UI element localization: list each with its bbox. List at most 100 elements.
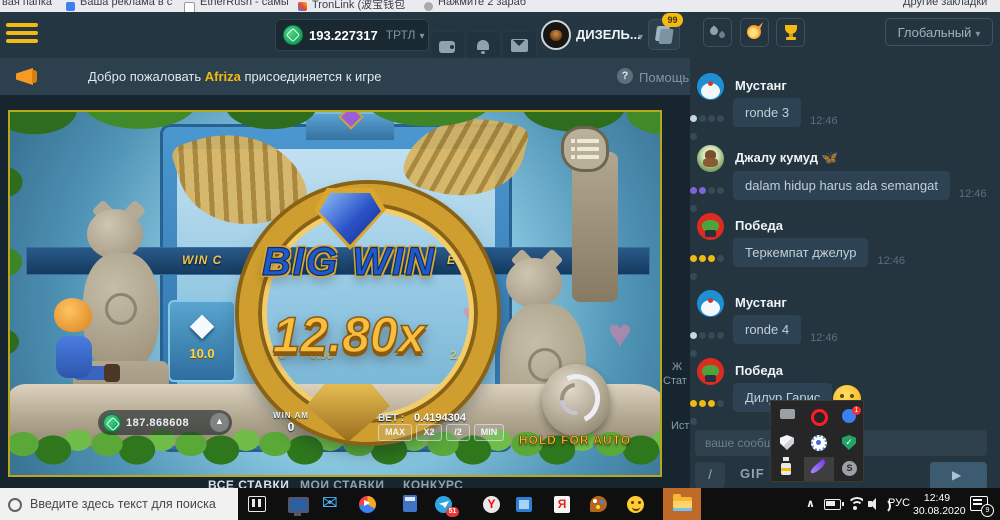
yandex-icon: Я [554,496,570,513]
paint-palette-icon [590,496,607,512]
taskbar-app-paint[interactable] [588,493,610,515]
battery-icon[interactable] [824,499,841,510]
contest-button[interactable] [776,18,805,47]
recorder-tray-icon[interactable] [781,463,791,475]
level-dots [690,326,734,362]
spin-button[interactable] [542,364,610,436]
avatar[interactable] [697,358,724,385]
chat-username[interactable]: Победа [735,213,995,233]
chat-message-time: 12:46 [877,255,905,267]
slash-command-button[interactable]: / [695,462,725,488]
game-balance-value: 187.868608 [126,417,189,429]
wallet-icon [439,41,455,53]
browser-bookmarks-bar: вая папка Ваша реклама в с EtherRush - с… [0,0,1000,12]
chat-message-time: 12:46 [959,188,987,200]
side-label-stat[interactable]: Стат [663,375,687,387]
level-dots [690,109,734,145]
gif-button[interactable]: GIF [740,466,765,481]
taskbar-app-telegram[interactable]: 51 [433,493,455,515]
bookmark-item[interactable]: EtherRush - самы [200,0,289,8]
balance-pill[interactable]: 193.227317 ТРТЛ [275,19,429,51]
action-center-badge: 9 [981,504,994,517]
language-indicator[interactable]: РУС [888,497,910,509]
media-player-icon [359,496,376,513]
game-balance-pill: 187.868608 [98,410,232,435]
steam-tray-icon[interactable]: S [842,461,857,476]
tray-overflow-popup: S [770,400,864,482]
clock-time: 12:49 [913,492,961,505]
telegram-badge: 51 [446,507,459,517]
level-dots [690,394,734,430]
rain-button[interactable] [703,18,732,47]
username-label[interactable]: ДИЗЕЛЬ... [576,27,641,42]
wifi-icon[interactable] [847,497,863,510]
bet-min-button[interactable]: MIN [474,424,504,441]
taskbar-clock[interactable]: 12:49 30.08.2020 [913,492,961,518]
user-avatar[interactable] [541,20,571,50]
bookmark-favicon [424,2,433,11]
bookmark-item[interactable]: Нажмите 2 зараб [438,0,526,8]
menu-hamburger-icon[interactable] [6,23,38,47]
chat-channel-dropdown[interactable]: Глобальный [885,18,993,46]
avatar[interactable] [697,213,724,240]
taskbar-app-computer[interactable] [286,493,308,515]
send-message-button[interactable] [930,462,987,490]
chat-message-bubble: Теркемпат джелур [733,238,868,267]
opera-tray-icon[interactable] [811,409,828,426]
mail-icon: ✉ [322,493,338,515]
taskbar-search-input[interactable] [0,488,238,520]
avatar[interactable] [697,145,724,172]
raindrop-icon [718,31,726,39]
side-label-zh[interactable]: Ж [672,361,682,373]
avatar[interactable] [697,73,724,100]
task-view-button[interactable] [246,493,268,515]
chat-username[interactable]: Мустанг [735,290,995,310]
balance-value: 193.227317 [309,28,378,43]
deposit-arrow-button[interactable] [210,413,229,432]
megaphone-icon [16,66,42,88]
coindrop-button[interactable] [740,18,769,47]
coin-icon [283,25,303,45]
chat-username[interactable]: Мустанг [735,73,995,93]
defender-shield-tray-icon[interactable] [780,435,794,450]
side-label-hist[interactable]: Ист [671,420,689,432]
bookmark-item[interactable]: вая папка [2,0,52,8]
bet-max-button[interactable]: MAX [378,424,412,441]
bookmark-item[interactable]: TronLink (波宝钱包 [312,0,405,12]
trophy-icon [785,25,797,34]
notification-app-tray-icon[interactable] [842,409,856,423]
chat-message: Победа Теркемпат джелур 12:46 [690,213,995,267]
speaker-icon[interactable] [868,498,884,510]
media-app-tray-icon[interactable] [811,435,827,451]
user-menu-caret-icon[interactable] [634,27,643,45]
win-amount-value: 0 [262,420,320,434]
bookmark-favicon [66,2,75,11]
slot-game-frame: WIN C ESPIN 30 0.90 2.0 ♥ ♥ ◆ 10.0 [8,110,662,477]
bet-double-button[interactable]: X2 [416,424,442,441]
help-label[interactable]: Помощь [639,70,689,85]
other-bookmarks[interactable]: Другие закладки [903,0,987,8]
chat-username[interactable]: Джалу кумуд 🦋 [735,145,995,166]
yandex-browser-icon: Y [483,496,500,513]
taskbar-app-yandex[interactable]: Я [551,493,573,515]
taskbar-app-mail[interactable]: ✉ [322,493,344,515]
taskbar-app-media-player[interactable] [357,493,379,515]
bet-half-button[interactable]: /2 [446,424,470,441]
chat-username[interactable]: Победа [735,358,995,378]
antivirus-shield-tray-icon[interactable] [842,435,856,450]
taskbar-app-explorer-active[interactable] [663,488,701,520]
search-icon [8,498,22,512]
taskbar-app-yandex-browser[interactable]: Y [481,493,503,515]
bookmark-item[interactable]: Ваша реклама в с [80,0,172,8]
taskbar-app-emoji[interactable] [625,493,647,515]
game-menu-button[interactable] [561,126,609,172]
banner-player-name: Afriza [205,69,241,84]
chat-unread-badge: 99 [662,13,683,27]
tray-expand-chevron[interactable]: ∧ [806,497,815,510]
display-tray-icon[interactable] [780,409,795,419]
taskbar-app-photos[interactable] [513,493,535,515]
avatar[interactable] [697,290,724,317]
taskbar-app-calculator[interactable] [399,493,421,515]
help-icon[interactable] [617,68,633,84]
currency-dropdown[interactable]: ТРТЛ [386,28,425,42]
